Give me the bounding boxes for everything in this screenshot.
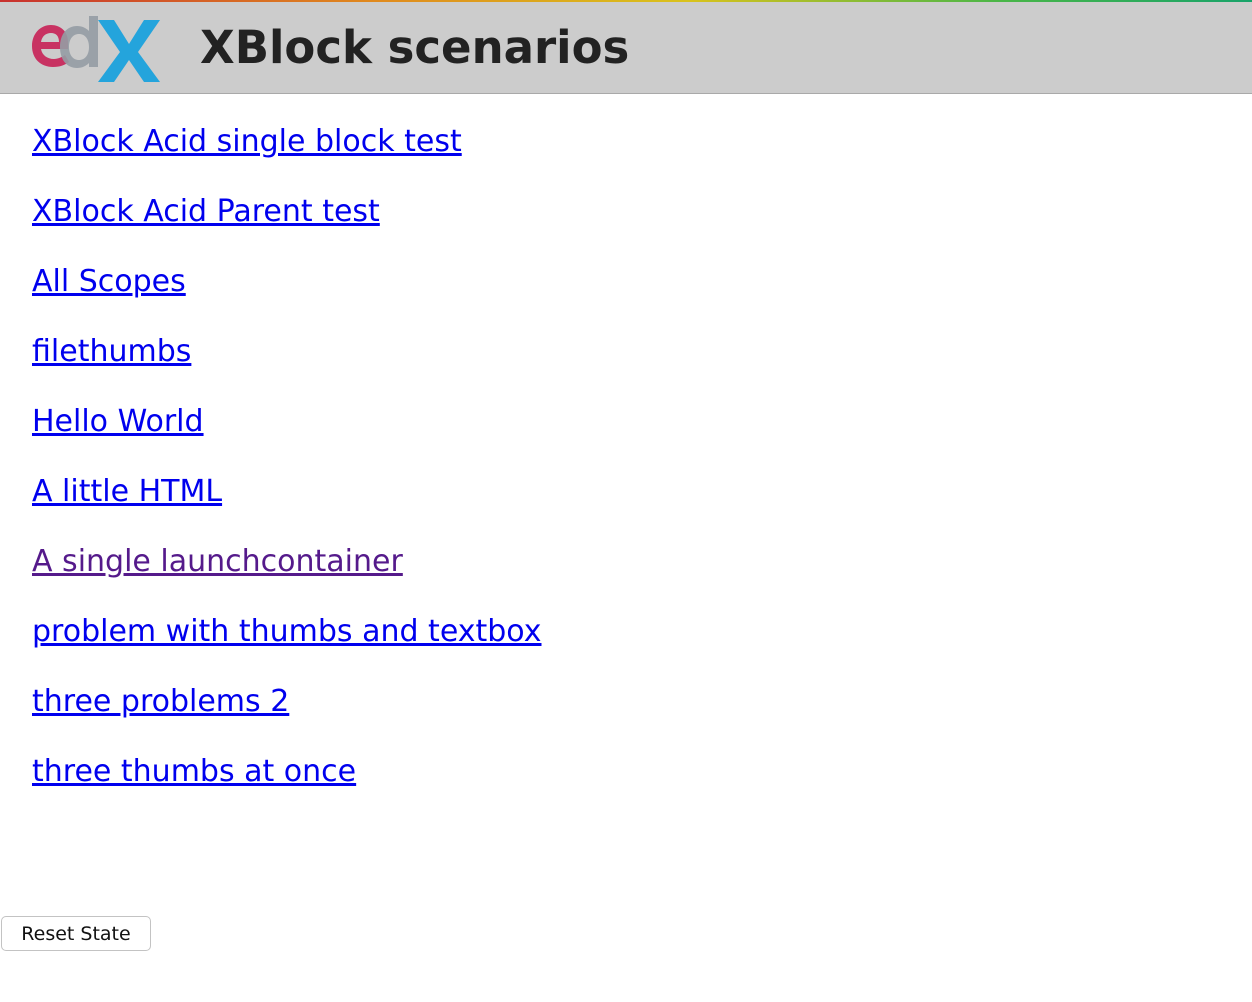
list-item: All Scopes <box>32 258 542 328</box>
page-title: XBlock scenarios <box>200 21 630 74</box>
list-item: three thumbs at once <box>32 748 542 818</box>
edx-logo-icon <box>32 16 160 82</box>
list-item: XBlock Acid Parent test <box>32 188 542 258</box>
scenario-link-hello-world[interactable]: Hello World <box>32 404 204 439</box>
list-item: A single launchcontainer <box>32 538 542 608</box>
list-item: A little HTML <box>32 468 542 538</box>
list-item: problem with thumbs and textbox <box>32 608 542 678</box>
list-item: filethumbs <box>32 328 542 398</box>
list-item: three problems 2 <box>32 678 542 748</box>
scenario-link-single-launchcontainer[interactable]: A single launchcontainer <box>32 544 403 579</box>
scenario-link-acid-single-block-test[interactable]: XBlock Acid single block test <box>32 124 462 159</box>
scenario-link-three-problems-2[interactable]: three problems 2 <box>32 684 289 719</box>
list-item: Hello World <box>32 398 542 468</box>
reset-state-button[interactable]: Reset State <box>1 916 151 951</box>
scenario-link-filethumbs[interactable]: filethumbs <box>32 334 191 369</box>
page-header: XBlock scenarios <box>0 2 1252 94</box>
scenario-link-thumbs-and-textbox[interactable]: problem with thumbs and textbox <box>32 614 542 649</box>
scenario-link-three-thumbs-at-once[interactable]: three thumbs at once <box>32 754 356 789</box>
scenario-list: XBlock Acid single block test XBlock Aci… <box>32 118 542 818</box>
scenario-link-all-scopes[interactable]: All Scopes <box>32 264 186 299</box>
list-item: XBlock Acid single block test <box>32 118 542 188</box>
scenario-link-a-little-html[interactable]: A little HTML <box>32 474 222 509</box>
scenario-link-acid-parent-test[interactable]: XBlock Acid Parent test <box>32 194 380 229</box>
